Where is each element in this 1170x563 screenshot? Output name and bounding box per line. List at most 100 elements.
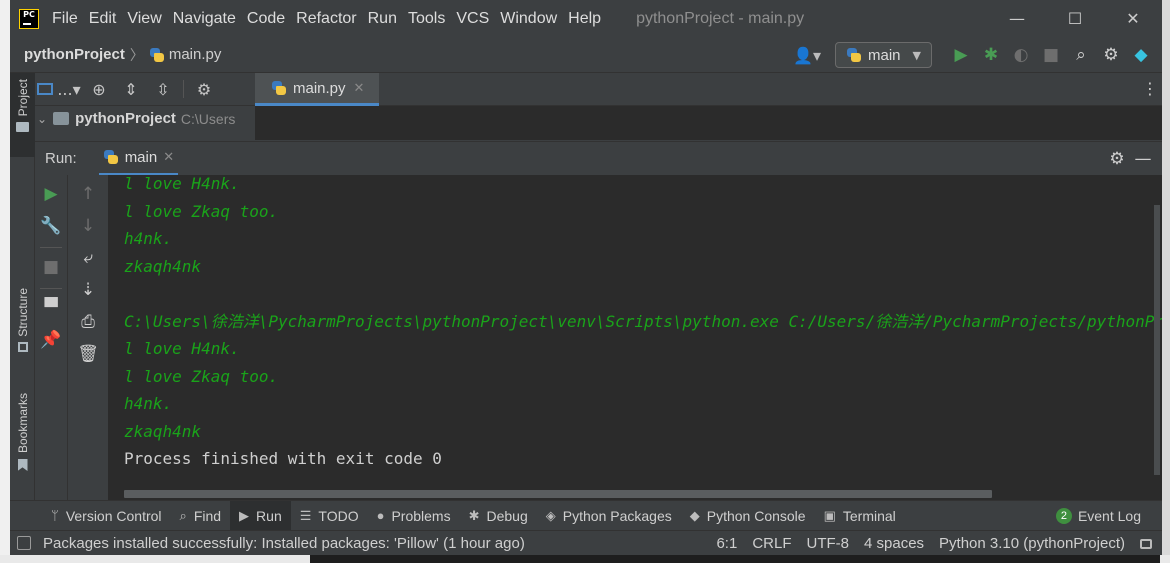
menu-bar: PC File Edit View Navigate Code Refactor Run To… (10, 0, 1162, 37)
more-options-icon[interactable]: ⋮ (1142, 79, 1158, 98)
run-panel-title: Run: (45, 150, 77, 167)
tool-window-problems[interactable]: ● Problems (368, 501, 460, 531)
tool-windows-bar: ᛘ Version Control ⌕ Find ▶ Run ☰ TODO ● Problems ✱… (10, 500, 1162, 531)
event-count-badge: 2 (1055, 508, 1072, 524)
event-log-button[interactable]: 2 Event Log (1047, 501, 1150, 531)
tool-window-find[interactable]: ⌕ Find (171, 501, 231, 531)
menu-help[interactable]: Help (568, 10, 601, 28)
hide-panel-icon[interactable]: — (1130, 149, 1156, 169)
tool-window-label: Python Packages (562, 507, 672, 524)
horizontal-scrollbar[interactable] (124, 490, 992, 498)
desktop-edge-bottom (0, 555, 1170, 563)
menu-code[interactable]: Code (247, 10, 285, 28)
console-line: h4nk. (124, 394, 173, 413)
search-icon: ⌕ (179, 507, 187, 523)
settings-gear-icon[interactable]: ⚙ (1096, 40, 1126, 70)
tool-window-version-control[interactable]: ᛘ Version Control (42, 501, 171, 531)
run-settings-gear-icon[interactable]: ⚙ (1104, 149, 1130, 169)
tool-window-terminal[interactable]: ▣ Terminal (815, 501, 905, 531)
run-config-label: main (868, 46, 901, 64)
editor-area[interactable] (255, 106, 1162, 140)
folder-icon (16, 122, 29, 133)
user-account-icon[interactable]: 👤▾ (793, 46, 821, 65)
structure-tool-tab[interactable]: Structure (10, 288, 35, 370)
tool-window-python-packages[interactable]: ◈ Python Packages (537, 501, 681, 531)
chevron-down-icon[interactable]: ⌄ (37, 112, 47, 126)
status-message[interactable]: Packages installed successfully: Install… (43, 535, 525, 552)
terminal-icon: ▣ (823, 507, 836, 523)
search-icon[interactable]: ⌕ (1066, 40, 1096, 70)
clear-all-trash-icon[interactable]: 🗑 (73, 339, 103, 369)
run-icon[interactable]: ▶ (946, 40, 976, 70)
run-tab-main[interactable]: main ✕ (98, 142, 179, 176)
console-line: l love Zkaq too. (124, 366, 279, 386)
tool-window-label: Python Console (706, 507, 806, 524)
menu-run[interactable]: Run (368, 10, 397, 28)
line-separator[interactable]: CRLF (752, 535, 791, 552)
scroll-up-icon[interactable]: ↑ (73, 179, 103, 209)
run-console[interactable]: l love H4nk. l love Zkaq too. h4nk. zkaq… (108, 175, 1162, 500)
file-encoding[interactable]: UTF-8 (807, 535, 850, 552)
tool-window-label: Run (256, 507, 282, 524)
menu-window[interactable]: Window (500, 10, 557, 28)
view-mode-icon[interactable]: ... ▾ (35, 74, 83, 104)
breadcrumb-file[interactable]: main.py (169, 46, 222, 63)
debug-icon[interactable]: ✱ (976, 40, 1006, 70)
python-file-icon (271, 80, 287, 96)
run-tab-close-icon[interactable]: ✕ (163, 150, 174, 165)
tool-window-debug[interactable]: ✱ Debug (460, 501, 537, 531)
bookmarks-tool-tab[interactable]: Bookmarks (10, 393, 35, 488)
lock-icon[interactable] (1140, 538, 1152, 549)
editor-tab-main-py[interactable]: main.py ✕ (255, 73, 379, 106)
bookmarks-tab-label: Bookmarks (15, 393, 30, 454)
tool-window-run[interactable]: ▶ Run (230, 500, 291, 531)
stop-icon[interactable]: ■ (1036, 40, 1066, 70)
scroll-to-end-icon[interactable]: ⇣ (73, 275, 103, 305)
console-line: l love H4nk. (124, 175, 240, 193)
breadcrumb-project[interactable]: pythonProject (24, 46, 125, 63)
menu-tools[interactable]: Tools (408, 10, 445, 28)
indent-setting[interactable]: 4 spaces (864, 535, 924, 552)
close-button[interactable]: ✕ (1104, 0, 1162, 37)
coverage-icon[interactable]: ◐ (1006, 40, 1036, 70)
python-interpreter[interactable]: Python 3.10 (pythonProject) (939, 535, 1125, 552)
print-icon[interactable]: ⎙ (73, 307, 103, 337)
code-with-me-icon[interactable]: ◆ (1126, 40, 1156, 70)
menu-file[interactable]: File (52, 10, 78, 28)
tool-window-python-console[interactable]: ◆ Python Console (681, 501, 815, 531)
stop-icon[interactable]: ■ (36, 252, 66, 282)
maximize-button[interactable]: ☐ (1046, 0, 1104, 37)
rerun-icon[interactable]: ▶ (36, 179, 66, 209)
scroll-down-icon[interactable]: ↓ (73, 211, 103, 241)
toggle-tool-windows-icon[interactable] (17, 536, 31, 550)
bookmark-icon (17, 459, 28, 472)
menu-navigate[interactable]: Navigate (173, 10, 236, 28)
vertical-scrollbar[interactable] (1154, 205, 1160, 475)
layout-icon[interactable]: ▀ (36, 293, 66, 323)
project-tool-tab[interactable]: Project (10, 73, 35, 157)
console-line: zkaqh4nk (124, 256, 202, 276)
run-config-selector[interactable]: main ▼ (835, 42, 932, 68)
menu-refactor[interactable]: Refactor (296, 10, 356, 28)
panel-settings-icon[interactable]: ⚙ (188, 74, 220, 104)
minimize-button[interactable]: — (988, 0, 1046, 37)
project-tree-root[interactable]: ⌄ pythonProject C:\Users (35, 107, 255, 130)
tool-window-todo[interactable]: ☰ TODO (291, 501, 368, 531)
soft-wrap-icon[interactable]: ⤶ (73, 243, 103, 273)
collapse-all-icon[interactable]: ⇳ (147, 74, 179, 104)
menu-edit[interactable]: Edit (89, 10, 117, 28)
menu-view[interactable]: View (127, 10, 161, 28)
pin-tab-icon[interactable]: 📌 (36, 325, 66, 355)
play-icon: ▶ (239, 507, 250, 523)
navbar-actions: 👤▾ main ▼ ▶ ✱ ◐ ■ ⌕ ⚙ ◆ (793, 37, 1156, 73)
window-controls: — ☐ ✕ (988, 0, 1162, 37)
modify-config-wrench-icon[interactable]: 🔧 (36, 211, 66, 241)
toolbar-divider (40, 288, 62, 289)
menu-vcs[interactable]: VCS (456, 10, 489, 28)
expand-all-icon[interactable]: ⇕ (115, 74, 147, 104)
editor-tab-bar: main.py ✕ ⋮ (255, 73, 1162, 106)
tab-close-icon[interactable]: ✕ (354, 81, 365, 96)
locate-file-icon[interactable]: ⊕ (83, 74, 115, 104)
caret-position[interactable]: 6:1 (716, 535, 737, 552)
project-tab-label: Project (15, 79, 30, 117)
